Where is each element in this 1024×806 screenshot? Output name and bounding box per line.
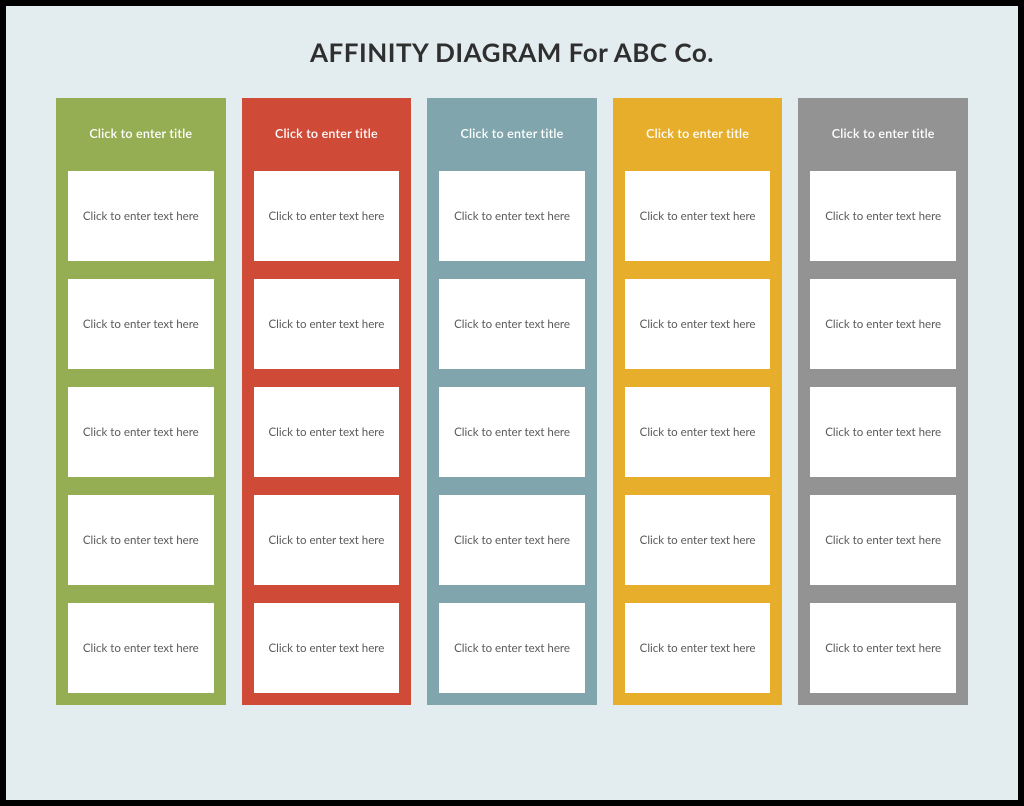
diagram-canvas: AFFINITY DIAGRAM For ABC Co. Click to en… <box>6 6 1018 800</box>
card[interactable]: Click to enter text here <box>439 279 585 369</box>
card[interactable]: Click to enter text here <box>810 603 956 693</box>
diagram-title[interactable]: AFFINITY DIAGRAM For ABC Co. <box>6 6 1018 98</box>
column-3: Click to enter title Click to enter text… <box>427 98 597 705</box>
card[interactable]: Click to enter text here <box>68 387 214 477</box>
card[interactable]: Click to enter text here <box>68 279 214 369</box>
column-5: Click to enter title Click to enter text… <box>798 98 968 705</box>
card[interactable]: Click to enter text here <box>68 603 214 693</box>
column-title[interactable]: Click to enter title <box>613 98 783 171</box>
card[interactable]: Click to enter text here <box>68 495 214 585</box>
card[interactable]: Click to enter text here <box>254 387 400 477</box>
card[interactable]: Click to enter text here <box>439 171 585 261</box>
card[interactable]: Click to enter text here <box>254 171 400 261</box>
card[interactable]: Click to enter text here <box>810 387 956 477</box>
column-2: Click to enter title Click to enter text… <box>242 98 412 705</box>
card[interactable]: Click to enter text here <box>625 279 771 369</box>
card[interactable]: Click to enter text here <box>254 279 400 369</box>
column-title[interactable]: Click to enter title <box>56 98 226 171</box>
column-1: Click to enter title Click to enter text… <box>56 98 226 705</box>
card[interactable]: Click to enter text here <box>625 387 771 477</box>
card[interactable]: Click to enter text here <box>810 171 956 261</box>
column-title[interactable]: Click to enter title <box>242 98 412 171</box>
column-title[interactable]: Click to enter title <box>427 98 597 171</box>
card[interactable]: Click to enter text here <box>810 279 956 369</box>
card[interactable]: Click to enter text here <box>439 387 585 477</box>
card[interactable]: Click to enter text here <box>439 495 585 585</box>
card[interactable]: Click to enter text here <box>254 495 400 585</box>
card[interactable]: Click to enter text here <box>810 495 956 585</box>
card[interactable]: Click to enter text here <box>68 171 214 261</box>
card[interactable]: Click to enter text here <box>439 603 585 693</box>
column-title[interactable]: Click to enter title <box>798 98 968 171</box>
outer-frame: AFFINITY DIAGRAM For ABC Co. Click to en… <box>0 0 1024 806</box>
card[interactable]: Click to enter text here <box>254 603 400 693</box>
card[interactable]: Click to enter text here <box>625 171 771 261</box>
card[interactable]: Click to enter text here <box>625 495 771 585</box>
columns-container: Click to enter title Click to enter text… <box>6 98 1018 705</box>
card[interactable]: Click to enter text here <box>625 603 771 693</box>
column-4: Click to enter title Click to enter text… <box>613 98 783 705</box>
